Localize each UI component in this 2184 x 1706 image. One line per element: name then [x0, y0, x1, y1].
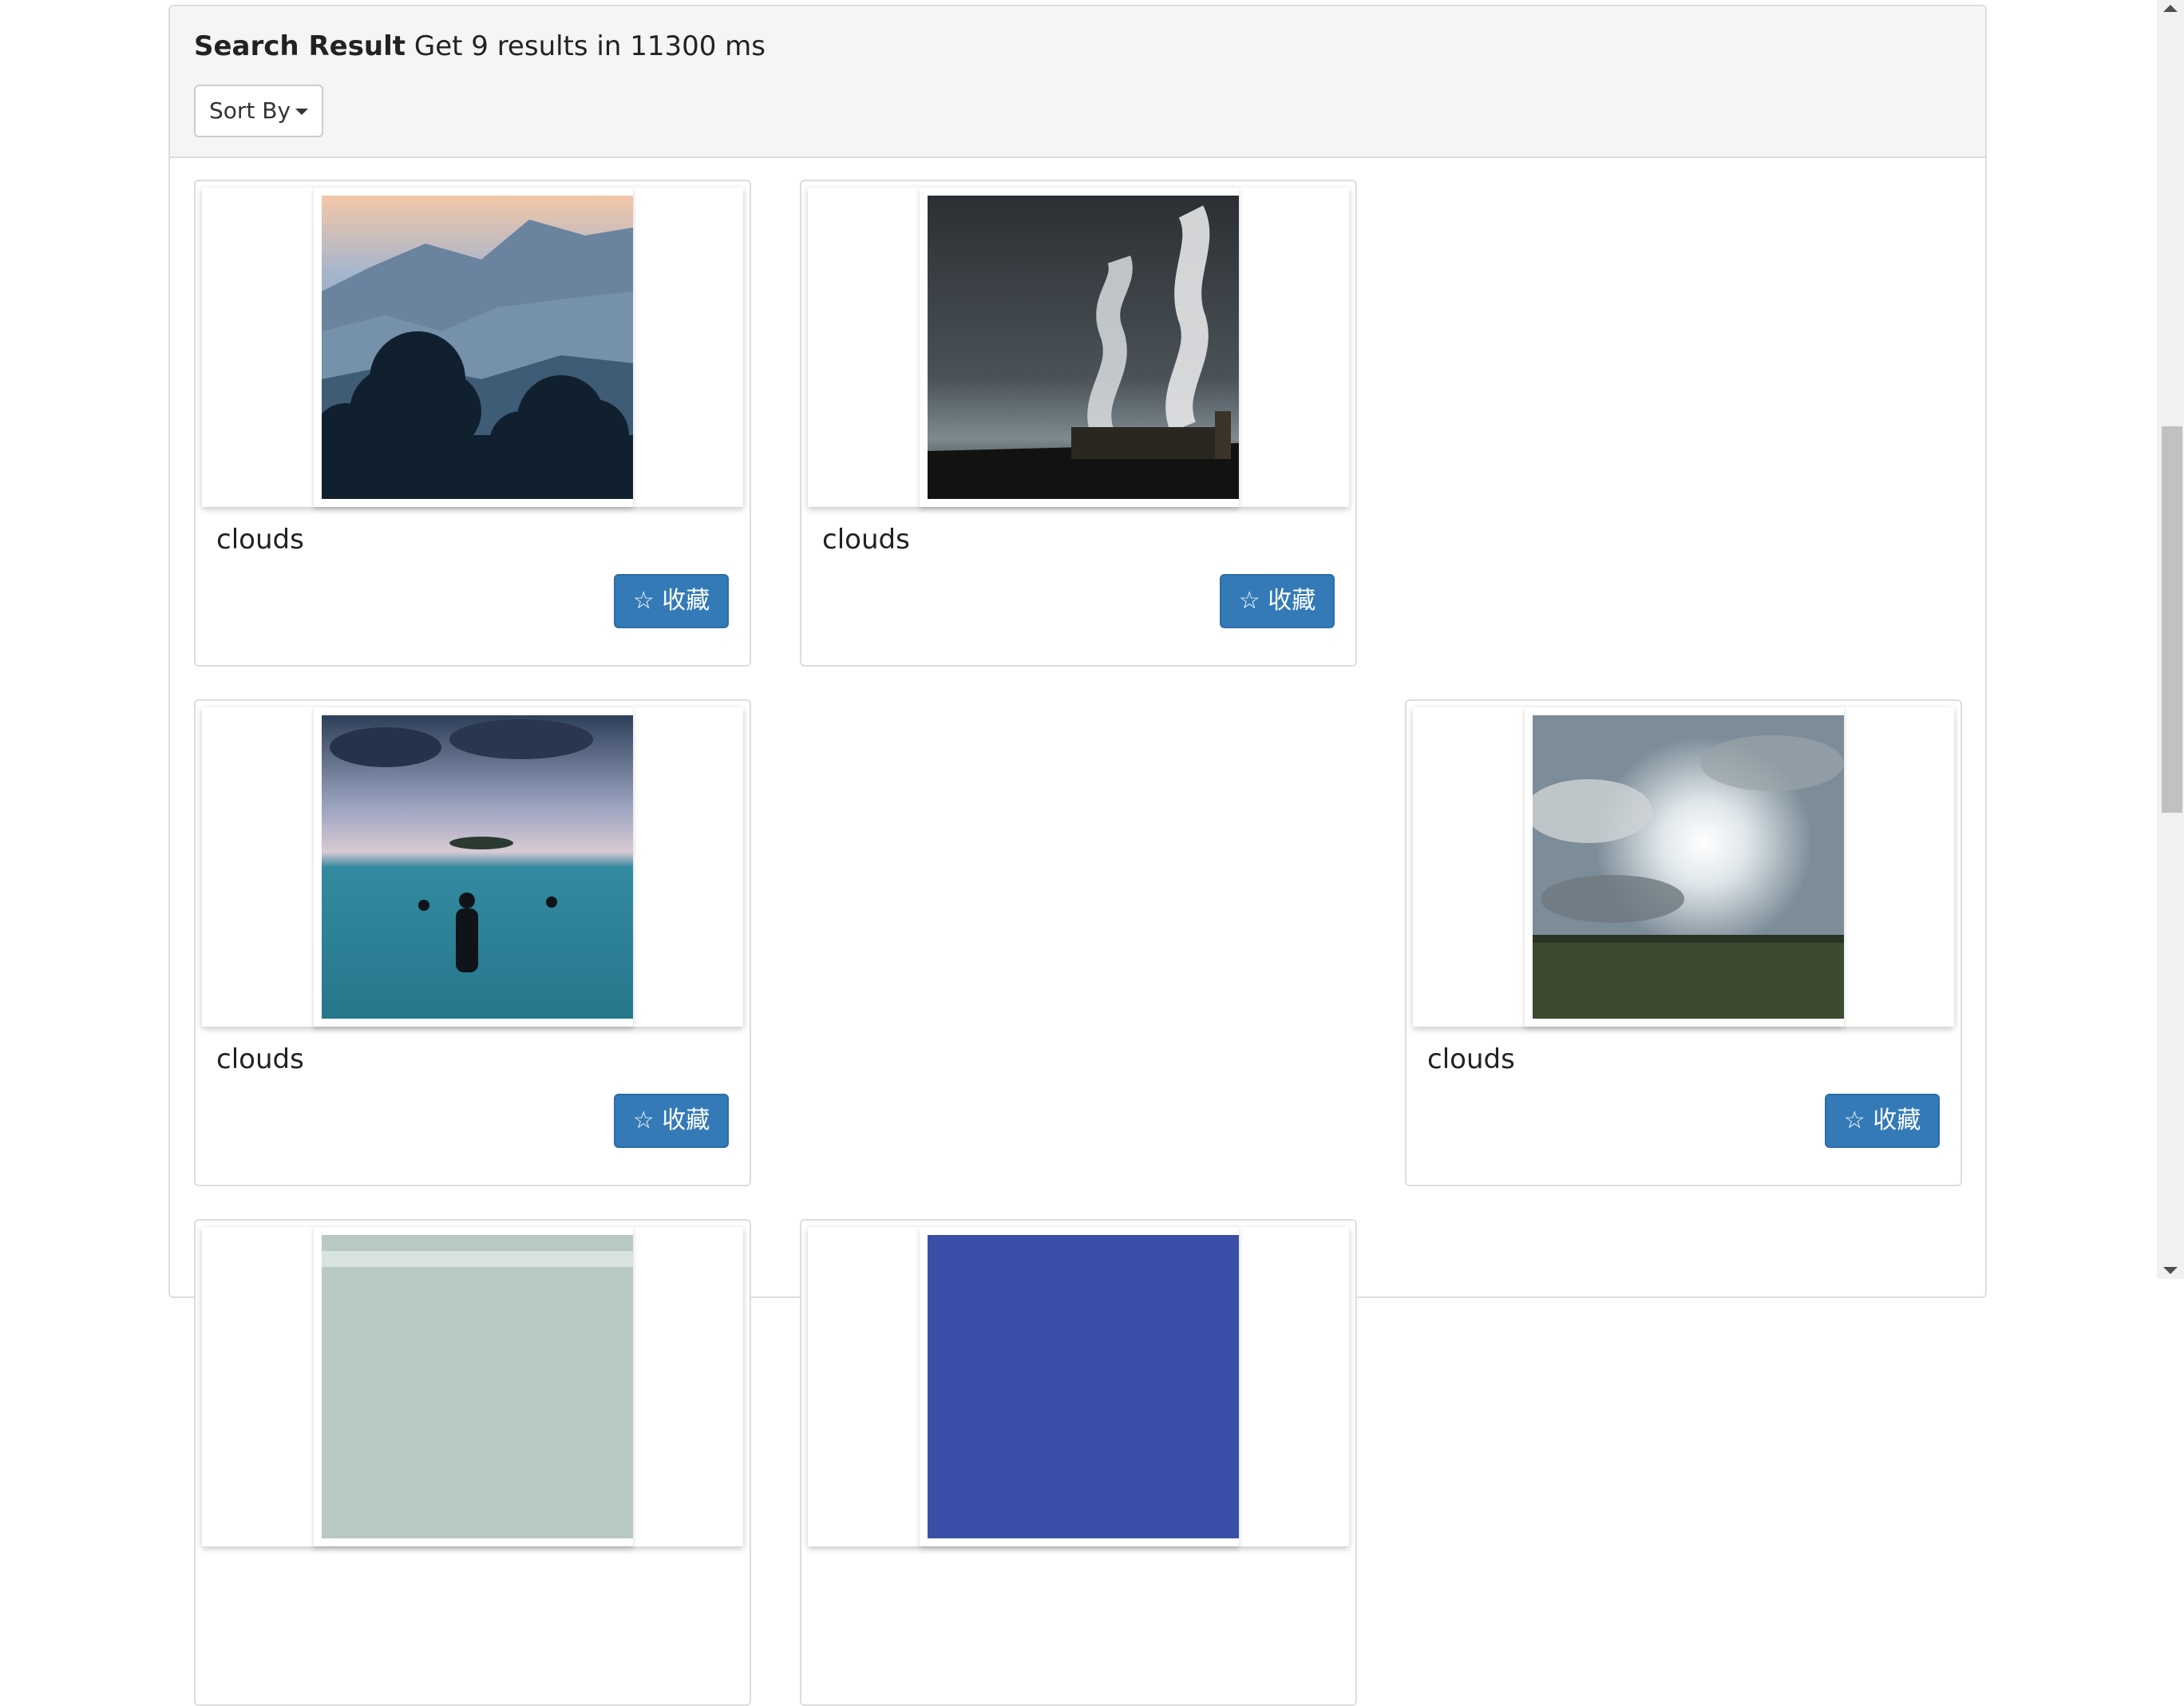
scroll-up-arrow-icon[interactable] [2163, 5, 2178, 12]
favorite-label: 收藏 [662, 587, 710, 615]
star-icon: ☆ [632, 1106, 655, 1134]
thumbnail-container [202, 1227, 743, 1546]
thumbnail-container [202, 188, 743, 507]
result-image-sea-swimmers[interactable] [322, 715, 633, 1019]
star-icon: ☆ [632, 587, 655, 615]
result-image-factory-smoke[interactable] [928, 196, 1239, 499]
favorite-button[interactable]: ☆ 收藏 [1825, 1094, 1940, 1148]
result-caption: clouds [216, 1043, 304, 1075]
thumbnail-container [808, 188, 1349, 507]
result-image-misty-mountains[interactable] [322, 196, 633, 499]
favorite-button[interactable]: ☆ 收藏 [614, 574, 729, 628]
result-summary: Search Result Get 9 results in 11300 ms [194, 27, 766, 65]
star-icon: ☆ [1238, 587, 1260, 615]
thumbnail-frame[interactable] [314, 188, 633, 507]
result-image-sun-clouds[interactable] [1533, 715, 1844, 1019]
favorite-button[interactable]: ☆ 收藏 [1220, 574, 1335, 628]
result-caption: clouds [822, 524, 910, 556]
result-card [800, 1219, 1357, 1706]
thumbnail-frame[interactable] [314, 707, 633, 1027]
favorite-label: 收藏 [662, 1106, 710, 1134]
result-image-light-sky-sea[interactable] [322, 1235, 633, 1538]
vertical-scrollbar[interactable] [2157, 0, 2184, 1279]
scrollbar-thumb[interactable] [2162, 426, 2182, 813]
result-card: clouds ☆ 收藏 [800, 180, 1357, 667]
thumbnail-container [808, 1227, 1349, 1546]
thumbnail-frame[interactable] [1525, 707, 1844, 1027]
star-icon: ☆ [1843, 1106, 1866, 1134]
result-card [194, 1219, 751, 1706]
thumbnail-frame[interactable] [920, 1227, 1239, 1546]
favorite-label: 收藏 [1873, 1106, 1921, 1134]
favorite-label: 收藏 [1268, 587, 1316, 615]
result-count-text: Get 9 results in 11300 ms [413, 30, 766, 62]
result-card: clouds ☆ 收藏 [1405, 699, 1962, 1186]
panel-heading: Search Result Get 9 results in 11300 ms … [170, 6, 1985, 158]
favorite-button[interactable]: ☆ 收藏 [614, 1094, 729, 1148]
result-caption: clouds [216, 524, 304, 556]
sort-by-label: Sort By [208, 97, 291, 124]
result-title: Search Result [194, 30, 406, 62]
result-image-blue-sky[interactable] [928, 1235, 1239, 1538]
thumbnail-frame[interactable] [314, 1227, 633, 1546]
result-card: clouds ☆ 收藏 [194, 180, 751, 667]
thumbnail-container [1413, 707, 1954, 1027]
thumbnail-frame[interactable] [920, 188, 1239, 507]
result-caption: clouds [1427, 1043, 1515, 1075]
caret-down-icon [295, 109, 309, 115]
scroll-down-arrow-icon[interactable] [2163, 1267, 2178, 1274]
thumbnail-container [202, 707, 743, 1027]
sort-by-dropdown[interactable]: Sort By [194, 85, 323, 137]
result-card: clouds ☆ 收藏 [194, 699, 751, 1186]
